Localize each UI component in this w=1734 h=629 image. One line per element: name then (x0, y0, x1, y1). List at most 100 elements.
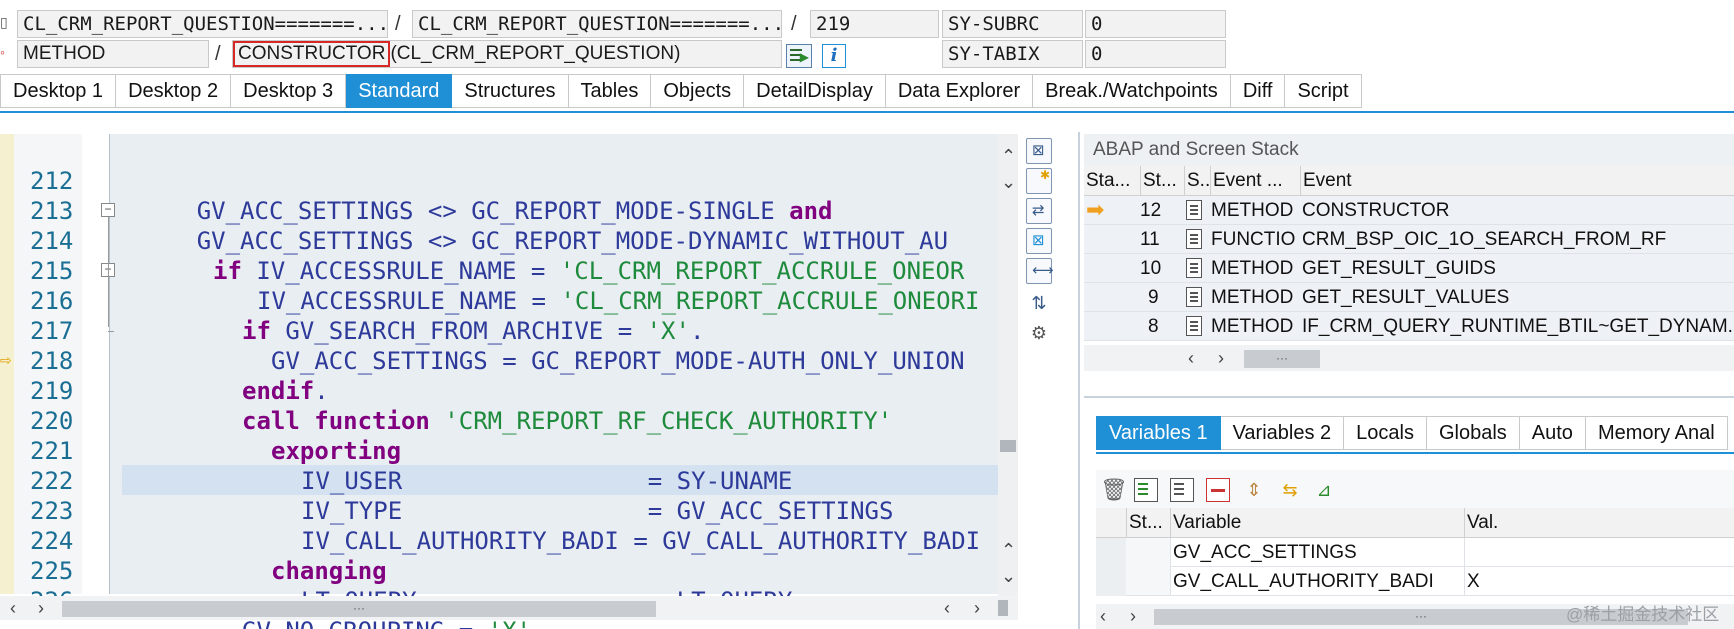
abap-debugger-window: ▯ CL_CRM_REPORT_QUESTION=======... / CL_… (0, 0, 1734, 629)
line-number-field[interactable]: 219 (810, 10, 939, 38)
tab-script[interactable]: Script (1285, 74, 1362, 108)
code-line: 216 if GV_SEARCH_FROM_ARCHIVE = 'X'. (30, 287, 705, 345)
col-header-status[interactable]: St... (1126, 508, 1163, 538)
stack-event: GET_RESULT_GUIDS (1302, 258, 1496, 279)
scroll-down-icon[interactable]: ⌄ (1001, 172, 1016, 192)
edit-view-icon[interactable] (1170, 478, 1194, 502)
transfer-tool-icon[interactable]: ⇅ (1026, 290, 1052, 316)
editor-scroll-thumb[interactable] (1000, 440, 1016, 452)
document-icon (1186, 229, 1202, 249)
tab-variables-1[interactable]: Variables 1 (1096, 416, 1221, 450)
tab-diff[interactable]: Diff (1230, 74, 1286, 108)
variable-value[interactable]: X (1464, 567, 1734, 596)
stack-panel-title: ABAP and Screen Stack (1093, 139, 1299, 160)
tab-desktop-1[interactable]: Desktop 1 (0, 74, 117, 108)
close-view-icon[interactable]: ⊠ (1026, 138, 1052, 164)
stack-step: 11 (1140, 229, 1160, 250)
stack-step: 12 (1140, 200, 1162, 221)
sy-subrc-label: SY-SUBRC (942, 10, 1083, 38)
variable-value[interactable] (1464, 538, 1734, 567)
tab-objects[interactable]: Objects (651, 74, 745, 108)
col-header-variable[interactable]: Variable (1170, 508, 1241, 538)
event-name-field[interactable]: CONSTRUCTOR (CL_CRM_REPORT_QUESTION) (232, 40, 782, 68)
tab-structures[interactable]: Structures (452, 74, 569, 108)
tab-locals[interactable]: Locals (1344, 416, 1427, 450)
scroll-down-icon[interactable]: ⌄ (1001, 566, 1016, 586)
col-header-stack-type[interactable]: S.. (1184, 166, 1210, 196)
editor-corner (998, 600, 1008, 616)
import-icon[interactable]: ⊿ (1312, 478, 1336, 502)
sy-tabix-value[interactable]: 0 (1085, 40, 1226, 68)
watermark: @稀土掘金技术社区 (1566, 605, 1720, 624)
col-header-event[interactable]: Event (1300, 166, 1352, 196)
program-indicator-icon: ▯ (0, 14, 8, 30)
code-line-current: 223 IV_CALL_AUTHORITY_BADI = GV_CALL_AUT… (30, 497, 981, 555)
row-selector-column[interactable] (1096, 538, 1126, 596)
pane-splitter[interactable] (1078, 132, 1080, 629)
editor-hscroll-thumb[interactable]: ··· (62, 601, 656, 617)
document-icon (1186, 200, 1202, 220)
scroll-right-icon[interactable]: › (1130, 606, 1136, 626)
event-type-field[interactable]: METHOD (17, 40, 209, 68)
col-header-step[interactable]: St... (1140, 166, 1177, 196)
variables-grid-header: St... Variable Val. (1096, 508, 1734, 538)
maximize-tool-icon[interactable]: ⟷ (1026, 258, 1054, 284)
variable-name[interactable]: GV_ACC_SETTINGS (1170, 538, 1460, 567)
code-line: 220 exporting (30, 407, 402, 465)
variables-tab-underline (1096, 452, 1734, 454)
scroll-left-icon[interactable]: ‹ (1188, 348, 1194, 368)
tab-desktop-2[interactable]: Desktop 2 (116, 74, 232, 108)
scroll-right-icon[interactable]: › (38, 598, 44, 618)
tab-auto[interactable]: Auto (1519, 416, 1586, 450)
code-line: 214 if IV_ACCESSRULE_NAME = 'CL_CRM_REPO… (30, 227, 965, 285)
tab-underline (0, 111, 1734, 113)
stack-event-type: FUNCTIO (1211, 229, 1296, 250)
stack-event-type: METHOD (1211, 200, 1294, 221)
tab-detail-display[interactable]: DetailDisplay (744, 74, 886, 108)
code-line: 212 GV_ACC_SETTINGS <> GC_REPORT_MODE-SI… (30, 167, 833, 225)
col-header-event-type[interactable]: Event ... (1210, 166, 1283, 196)
tab-globals[interactable]: Globals (1426, 416, 1520, 450)
editor-vertical-scrollbar[interactable] (998, 134, 1018, 596)
replace-tool-icon[interactable]: ⇄ (1026, 198, 1052, 224)
tab-variables-2[interactable]: Variables 2 (1220, 416, 1345, 450)
remove-variable-icon[interactable] (1206, 478, 1230, 502)
scroll-right-icon[interactable]: › (1218, 348, 1224, 368)
path-separator: / (395, 13, 401, 35)
stack-horizontal-scrollbar[interactable] (1084, 345, 1734, 371)
variables-tab-bar: Variables 1 Variables 2 Locals Globals A… (1096, 416, 1728, 450)
tab-data-explorer[interactable]: Data Explorer (885, 74, 1034, 108)
new-tool-icon[interactable]: ✱ (1026, 168, 1052, 194)
scroll-left-icon[interactable]: ‹ (10, 598, 16, 618)
scroll-left-icon[interactable]: ‹ (944, 598, 950, 618)
stack-hscroll-thumb[interactable]: ··· (1244, 350, 1320, 368)
services-tool-icon[interactable]: ⚙ (1026, 320, 1052, 346)
transfer-icon[interactable]: ⇆ (1278, 478, 1302, 502)
tab-tables[interactable]: Tables (568, 74, 652, 108)
tab-desktop-3[interactable]: Desktop 3 (231, 74, 347, 108)
scroll-up-icon[interactable]: ⌃ (1001, 146, 1016, 166)
info-icon[interactable]: i (822, 44, 846, 68)
jump-to-source-icon[interactable]: ▶ (786, 44, 812, 68)
col-header-status[interactable]: Sta... (1086, 166, 1130, 196)
variable-name[interactable]: GV_CALL_AUTHORITY_BADI (1170, 567, 1460, 596)
tab-breakpoints[interactable]: Break./Watchpoints (1033, 74, 1231, 108)
detail-view-icon[interactable] (1134, 478, 1158, 502)
swap-tool-icon[interactable]: ⊠ (1026, 228, 1052, 254)
path-separator: / (791, 13, 797, 35)
code-line: 225 LT_QUERY = LT_QUERY. (30, 557, 807, 615)
main-program-field[interactable]: CL_CRM_REPORT_QUESTION=======... (17, 10, 388, 38)
scroll-right-icon[interactable]: › (974, 598, 980, 618)
current-frame-arrow-icon: ➡ (1086, 197, 1105, 222)
pane-splitter[interactable] (1084, 396, 1734, 398)
tab-memory-analysis[interactable]: Memory Anal (1585, 416, 1728, 450)
scroll-left-icon[interactable]: ‹ (1100, 606, 1106, 626)
tab-standard[interactable]: Standard (346, 74, 453, 108)
sort-icon[interactable]: ⇕ (1242, 478, 1266, 502)
code-line: 224 changing (30, 527, 387, 585)
delete-icon[interactable]: 🗑 (1100, 478, 1128, 502)
scroll-up-icon[interactable]: ⌃ (1001, 540, 1016, 560)
col-header-value[interactable]: Val. (1464, 508, 1498, 538)
include-program-field[interactable]: CL_CRM_REPORT_QUESTION=======... (412, 10, 782, 38)
sy-subrc-value[interactable]: 0 (1085, 10, 1226, 38)
